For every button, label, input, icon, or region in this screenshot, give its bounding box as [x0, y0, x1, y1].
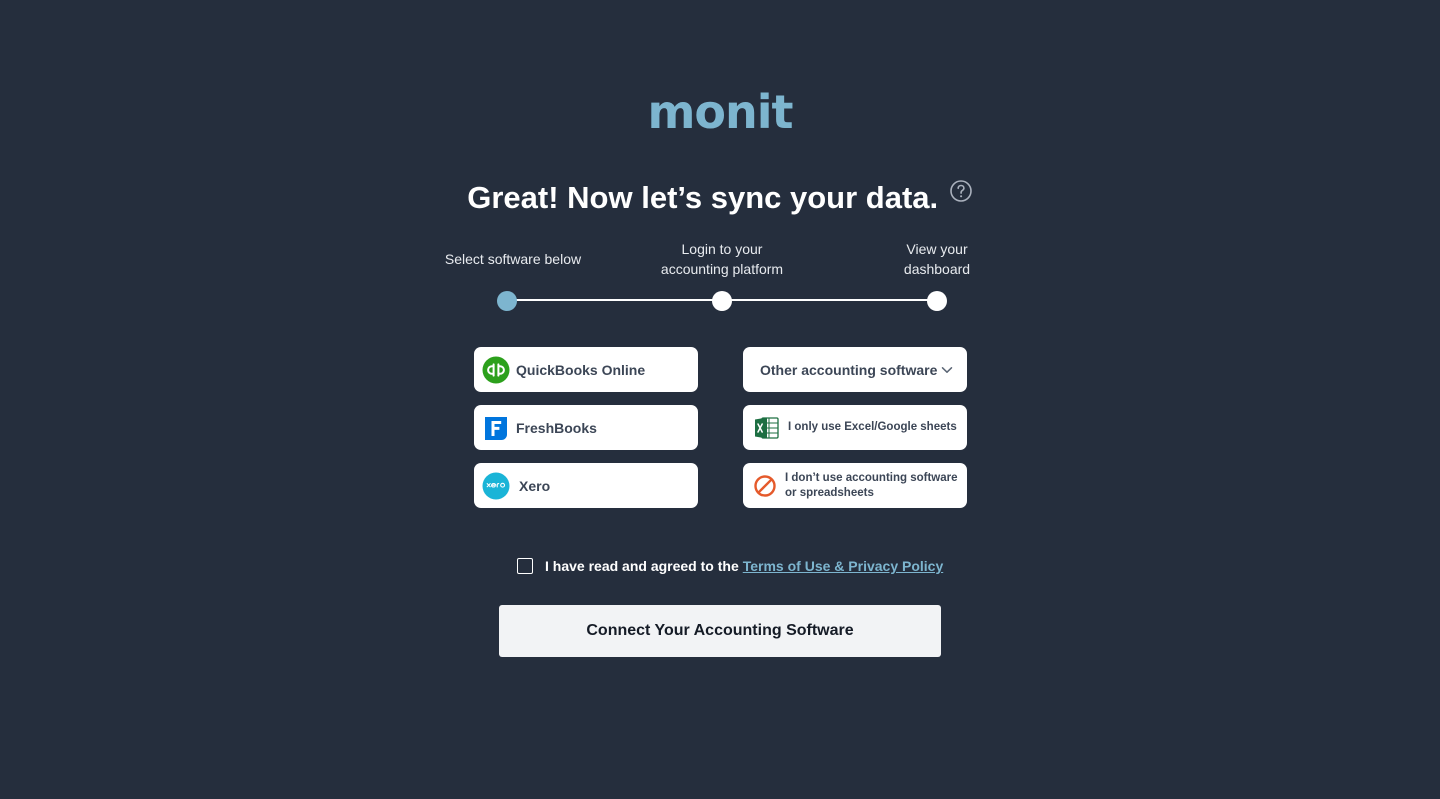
step-3-label-line2: dashboard	[903, 261, 971, 277]
step-1-label-text: Select software below	[444, 251, 582, 267]
xero-label: Xero	[519, 477, 551, 494]
other-accounting-software-label: Other accounting software	[760, 361, 938, 378]
terms-checkbox[interactable]	[517, 558, 533, 574]
no-accounting-software-label-line2: or spreadsheets	[785, 486, 874, 499]
terms-text: I have read and agreed to the	[545, 558, 739, 574]
freshbooks-logo-icon	[485, 416, 507, 440]
step-3-label-line1: View your	[906, 241, 968, 257]
prohibited-icon	[754, 474, 776, 497]
question-circle-icon[interactable]	[949, 179, 973, 203]
step-2-label: Login to your accounting platform	[632, 239, 812, 279]
page-heading: Great! Now let’s sync your data.	[0, 176, 1440, 218]
sync-data-page: monit Great! Now let’s sync your data. S…	[0, 0, 1440, 799]
quickbooks-logo-icon	[482, 356, 510, 383]
chevron-down-icon	[941, 366, 953, 373]
quickbooks-online-label: QuickBooks Online	[516, 361, 646, 378]
step-2-dot	[712, 291, 732, 311]
no-accounting-software-label: I don’t use accounting software or sprea…	[785, 471, 958, 501]
freshbooks-label: FreshBooks	[516, 419, 597, 436]
excel-icon	[755, 416, 779, 439]
xero-logo-icon	[482, 472, 510, 499]
terms-agreement: I have read and agreed to the Terms of U…	[517, 555, 943, 577]
excel-google-sheets-label: I only use Excel/Google sheets	[788, 421, 957, 433]
freshbooks-option[interactable]: FreshBooks	[474, 405, 698, 450]
connect-accounting-software-button[interactable]: Connect Your Accounting Software	[499, 605, 941, 657]
other-accounting-software-dropdown[interactable]: Other accounting software	[743, 347, 967, 392]
quickbooks-online-option[interactable]: QuickBooks Online	[474, 347, 698, 392]
step-1-label: Select software below	[434, 249, 592, 269]
monit-logo: monit	[647, 85, 793, 139]
xero-option[interactable]: Xero	[474, 463, 698, 508]
step-3-dot	[927, 291, 947, 311]
no-accounting-software-label-line1: I don’t use accounting software	[785, 471, 958, 484]
step-2-label-line2: accounting platform	[660, 261, 784, 277]
step-1-dot	[497, 291, 517, 311]
page-title: Great! Now let’s sync your data.	[467, 179, 939, 215]
step-3-label: View your dashboard	[877, 239, 997, 279]
no-accounting-software-option[interactable]: I don’t use accounting software or sprea…	[743, 463, 967, 508]
terms-privacy-link[interactable]: Terms of Use & Privacy Policy	[743, 558, 944, 574]
excel-google-sheets-option[interactable]: I only use Excel/Google sheets	[743, 405, 967, 450]
step-2-label-line1: Login to your	[681, 241, 763, 257]
